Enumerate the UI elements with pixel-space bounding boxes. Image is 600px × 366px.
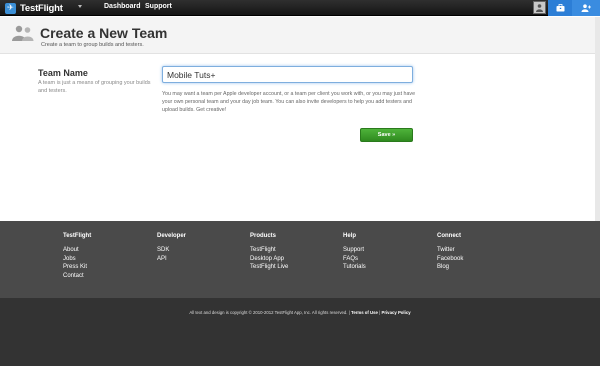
footer-heading: Developer bbox=[157, 233, 187, 239]
footer-link-testflight[interactable]: TestFlight bbox=[250, 246, 288, 255]
copyright-line: All text and design is copyright © 2010-… bbox=[0, 310, 600, 315]
team-description: You may want a team per Apple developer … bbox=[162, 91, 416, 113]
footer-column-testflight: TestFlight About Jobs Press Kit Contact bbox=[63, 233, 91, 280]
nav-support[interactable]: Support bbox=[145, 3, 172, 10]
terms-of-use-link[interactable]: Terms of Use bbox=[351, 310, 378, 315]
footer-link-tutorials[interactable]: Tutorials bbox=[343, 263, 366, 272]
footer-link-contact[interactable]: Contact bbox=[63, 272, 91, 281]
footer-heading: Products bbox=[250, 233, 277, 239]
add-user-icon bbox=[581, 4, 591, 12]
briefcase-icon bbox=[556, 4, 565, 12]
user-avatar-icon bbox=[536, 4, 543, 12]
team-name-label: Team Name bbox=[38, 68, 88, 78]
footer-bottom: All text and design is copyright © 2010-… bbox=[0, 298, 600, 366]
page-title: Create a New Team bbox=[40, 25, 168, 41]
footer-link-facebook[interactable]: Facebook bbox=[437, 255, 463, 264]
testflight-logo-icon: ✈ bbox=[5, 2, 16, 14]
footer-link-press-kit[interactable]: Press Kit bbox=[63, 263, 91, 272]
page-subtitle: Create a team to group builds and tester… bbox=[41, 42, 144, 48]
app-name: TestFlight bbox=[20, 2, 63, 14]
nav-dashboard[interactable]: Dashboard bbox=[104, 3, 141, 10]
invite-user-button[interactable] bbox=[572, 0, 600, 16]
footer-link-sdk[interactable]: SDK bbox=[157, 246, 186, 255]
footer: TestFlight About Jobs Press Kit Contact … bbox=[0, 221, 600, 298]
footer-heading: Connect bbox=[437, 233, 461, 239]
team-name-input[interactable] bbox=[162, 66, 413, 83]
copyright-text: All text and design is copyright © 2010-… bbox=[189, 310, 350, 315]
top-nav-bar: ✈ TestFlight Dashboard Support bbox=[0, 0, 600, 16]
footer-link-faqs[interactable]: FAQs bbox=[343, 255, 366, 264]
footer-column-connect: Connect Twitter Facebook Blog bbox=[437, 233, 463, 272]
team-icon bbox=[12, 25, 34, 41]
footer-link-api[interactable]: API bbox=[157, 255, 186, 264]
footer-column-developer: Developer SDK API bbox=[157, 233, 186, 263]
save-button[interactable]: Save » bbox=[360, 128, 413, 142]
user-avatar[interactable] bbox=[533, 1, 546, 14]
chevron-down-icon[interactable] bbox=[78, 5, 82, 8]
footer-link-testflight-live[interactable]: TestFlight Live bbox=[250, 263, 288, 272]
footer-heading: TestFlight bbox=[63, 233, 92, 239]
footer-link-twitter[interactable]: Twitter bbox=[437, 246, 463, 255]
footer-link-support[interactable]: Support bbox=[343, 246, 366, 255]
app-logo[interactable]: ✈ TestFlight bbox=[5, 2, 63, 14]
privacy-policy-link[interactable]: Privacy Policy bbox=[381, 310, 410, 315]
footer-link-jobs[interactable]: Jobs bbox=[63, 255, 91, 264]
footer-column-products: Products TestFlight Desktop App TestFlig… bbox=[250, 233, 288, 272]
footer-heading: Help bbox=[343, 233, 357, 239]
team-name-help: A team is just a means of grouping your … bbox=[38, 80, 151, 94]
footer-column-help: Help Support FAQs Tutorials bbox=[343, 233, 366, 272]
footer-link-blog[interactable]: Blog bbox=[437, 263, 463, 272]
page-header: Create a New Team Create a team to group… bbox=[0, 17, 600, 54]
footer-link-about[interactable]: About bbox=[63, 246, 91, 255]
footer-link-desktop-app[interactable]: Desktop App bbox=[250, 255, 288, 264]
teams-button[interactable] bbox=[548, 0, 573, 16]
